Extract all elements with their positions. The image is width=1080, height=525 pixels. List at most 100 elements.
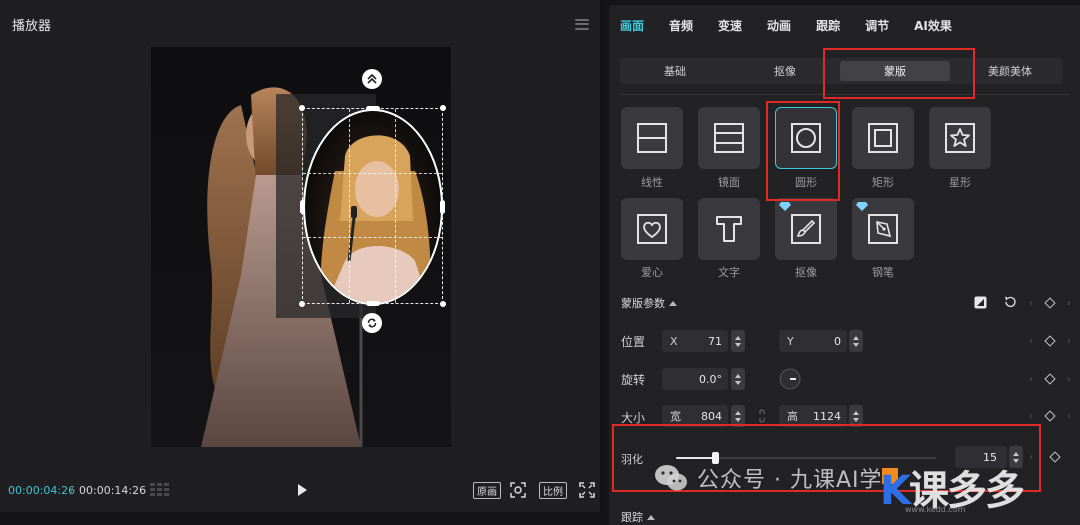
aspect-ratio-button[interactable]: 比例 [539,481,567,499]
watermark: 公众号 · 九课AI学 [653,462,883,494]
tab-animation[interactable]: 动画 [767,17,791,34]
resize-handle[interactable] [440,105,446,111]
resize-handle[interactable] [440,301,446,307]
timeline-grid-icon[interactable] [150,483,170,497]
mask-label: 星形 [949,176,971,189]
resize-handle-right[interactable] [440,200,445,214]
rotation-stepper[interactable] [731,368,745,390]
size-height-stepper[interactable] [849,405,863,427]
rotation-value: 0.0° [699,372,722,386]
keyframe-controls[interactable]: ‹ › [1029,409,1071,423]
mask-mirror[interactable] [698,107,760,169]
mask-label: 文字 [718,266,740,279]
tab-ai-effects[interactable]: AI效果 [914,17,952,34]
size-width-stepper[interactable] [731,405,745,427]
total-time: 00:00:14:26 [79,483,147,497]
position-y-value: 0 [834,334,841,348]
mask-label: 线性 [641,176,663,189]
screenshot-icon[interactable] [509,481,527,499]
tab-tracking[interactable]: 跟踪 [816,17,840,34]
position-label: 位置 [621,335,646,349]
mask-heart[interactable] [621,198,683,260]
collapse-caret-icon [669,300,677,306]
tab-speed[interactable]: 变速 [718,17,742,34]
play-icon[interactable] [295,483,309,497]
tab-audio[interactable]: 音频 [669,17,693,34]
mask-label: 爱心 [641,266,663,279]
mask-label: 矩形 [872,176,894,189]
feather-drag-icon[interactable] [362,69,382,89]
player-panel: 播放器 00:00:04:26 / 00:00:14:26 原画 比例 [0,0,601,525]
feather-slider-fill [676,457,715,459]
rotate-icon[interactable] [362,313,382,333]
width-label: 宽 [670,410,681,423]
property-tabs: 画面 音频 变速 动画 跟踪 调节 AI效果 [609,5,1080,45]
subtab-mask[interactable]: 蒙版 [840,61,950,81]
resize-handle[interactable] [299,301,305,307]
wechat-icon [655,465,687,491]
player-title: 播放器 [12,18,52,34]
section-title: 跟踪 [621,511,643,524]
video-preview[interactable] [151,47,451,447]
fullscreen-icon[interactable] [578,481,596,499]
y-axis-label: Y [787,334,794,348]
link-proportion-icon[interactable] [757,409,767,423]
rotation-field[interactable]: 0.0° [662,368,728,390]
circle-mask-icon [791,123,821,153]
properties-panel: 画面 音频 变速 动画 跟踪 调节 AI效果 基础 抠像 蒙版 美颜美体 线性 … [609,5,1080,525]
heart-mask-icon [637,214,667,244]
menu-icon[interactable] [575,18,589,30]
rotation-dial-icon[interactable] [779,368,801,390]
mask-params-section[interactable]: 蒙版参数 [621,295,677,311]
size-height-value: 1124 [813,409,841,423]
premium-gem-icon [779,202,791,211]
resize-handle-top[interactable] [366,106,380,111]
subtab-basic[interactable]: 基础 [620,58,730,84]
mirror-mask-icon [714,123,744,153]
size-height-field[interactable]: 高 1124 [779,405,847,427]
current-time: 00:00:04:26 [8,483,76,497]
resize-handle-bottom[interactable] [366,301,380,306]
rectangle-mask-icon [868,123,898,153]
keyframe-controls[interactable]: ‹ › [1029,296,1071,310]
mask-selection-box[interactable] [299,105,446,307]
keyframe-controls[interactable]: ‹ [1029,450,1061,464]
tab-picture[interactable]: 画面 [620,17,644,34]
original-quality-button[interactable]: 原画 [473,481,501,499]
tab-adjust[interactable]: 调节 [865,17,889,34]
size-label: 大小 [621,411,646,425]
star-mask-icon [945,123,975,153]
subtab-beauty[interactable]: 美颜美体 [960,58,1060,84]
mask-circle[interactable] [775,107,837,169]
mask-rectangle[interactable] [852,107,914,169]
premium-gem-icon [856,202,868,211]
keyframe-controls[interactable]: ‹ › [1029,372,1071,386]
mask-label: 圆形 [795,176,817,189]
position-x-field[interactable]: X 71 [662,330,728,352]
subtab-cutout[interactable]: 抠像 [730,58,840,84]
app-root: 播放器 00:00:04:26 / 00:00:14:26 原画 比例 画面 音… [0,0,1080,525]
player-header: 播放器 [0,0,601,48]
rotation-label: 旋转 [621,373,646,387]
mask-star[interactable] [929,107,991,169]
invert-mask-icon[interactable] [974,296,987,309]
feather-label: 羽化 [621,453,643,466]
mask-label: 镜面 [718,176,740,189]
text-mask-icon [716,216,742,242]
resize-handle[interactable] [299,105,305,111]
watermark-text: 公众号 · 九课AI学 [697,468,883,493]
x-axis-label: X [670,334,678,348]
position-x-stepper[interactable] [731,330,745,352]
reset-icon[interactable] [1003,295,1017,309]
position-y-stepper[interactable] [849,330,863,352]
tracking-section[interactable]: 跟踪 [621,509,655,525]
size-width-field[interactable]: 宽 804 [662,405,728,427]
resize-handle-left[interactable] [300,200,305,214]
size-width-value: 804 [701,409,722,423]
height-label: 高 [787,410,798,423]
player-controls: 00:00:04:26 / 00:00:14:26 原画 比例 [0,472,601,508]
mask-linear[interactable] [621,107,683,169]
keyframe-controls[interactable]: ‹ › [1029,334,1071,348]
position-y-field[interactable]: Y 0 [779,330,847,352]
mask-text[interactable] [698,198,760,260]
